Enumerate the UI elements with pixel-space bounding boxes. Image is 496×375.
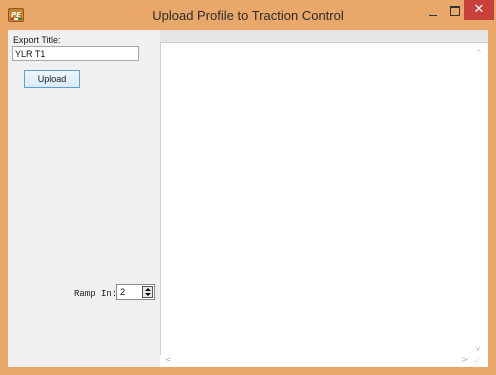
maximize-icon[interactable] [446, 2, 464, 20]
ramp-in-value[interactable]: 2 [120, 286, 125, 298]
spin-buttons[interactable] [142, 286, 153, 298]
client-area: Export Title: Upload Ramp In: 2 ^ v < > [8, 30, 488, 367]
app-window: PE Upload Profile to Traction Control ✕ … [0, 0, 496, 375]
output-text-area[interactable] [160, 43, 473, 355]
scroll-up-icon[interactable]: ^ [476, 49, 482, 57]
left-panel: Export Title: Upload Ramp In: 2 [8, 30, 160, 367]
ramp-in-spinbox[interactable]: 2 [116, 284, 155, 300]
export-title-label: Export Title: [13, 35, 61, 45]
title-bar[interactable]: PE Upload Profile to Traction Control ✕ [0, 0, 496, 30]
scroll-down-icon[interactable]: v [476, 345, 480, 353]
resize-grip-icon[interactable]: .: [474, 356, 486, 366]
export-title-input[interactable] [12, 46, 139, 61]
scroll-right-icon[interactable]: > [461, 355, 468, 364]
output-panel: ^ v < > .: [160, 30, 488, 367]
spin-down-icon[interactable] [143, 292, 152, 297]
upload-button[interactable]: Upload [24, 70, 80, 88]
minimize-icon[interactable] [424, 2, 442, 20]
vertical-scrollbar[interactable]: ^ v [472, 43, 488, 355]
horizontal-scrollbar[interactable]: < > [160, 355, 472, 367]
window-title: Upload Profile to Traction Control [152, 8, 344, 23]
ramp-in-label: Ramp In: [74, 289, 118, 299]
scroll-left-icon[interactable]: < [165, 355, 172, 364]
close-icon[interactable]: ✕ [464, 0, 494, 20]
output-panel-header [160, 30, 488, 43]
